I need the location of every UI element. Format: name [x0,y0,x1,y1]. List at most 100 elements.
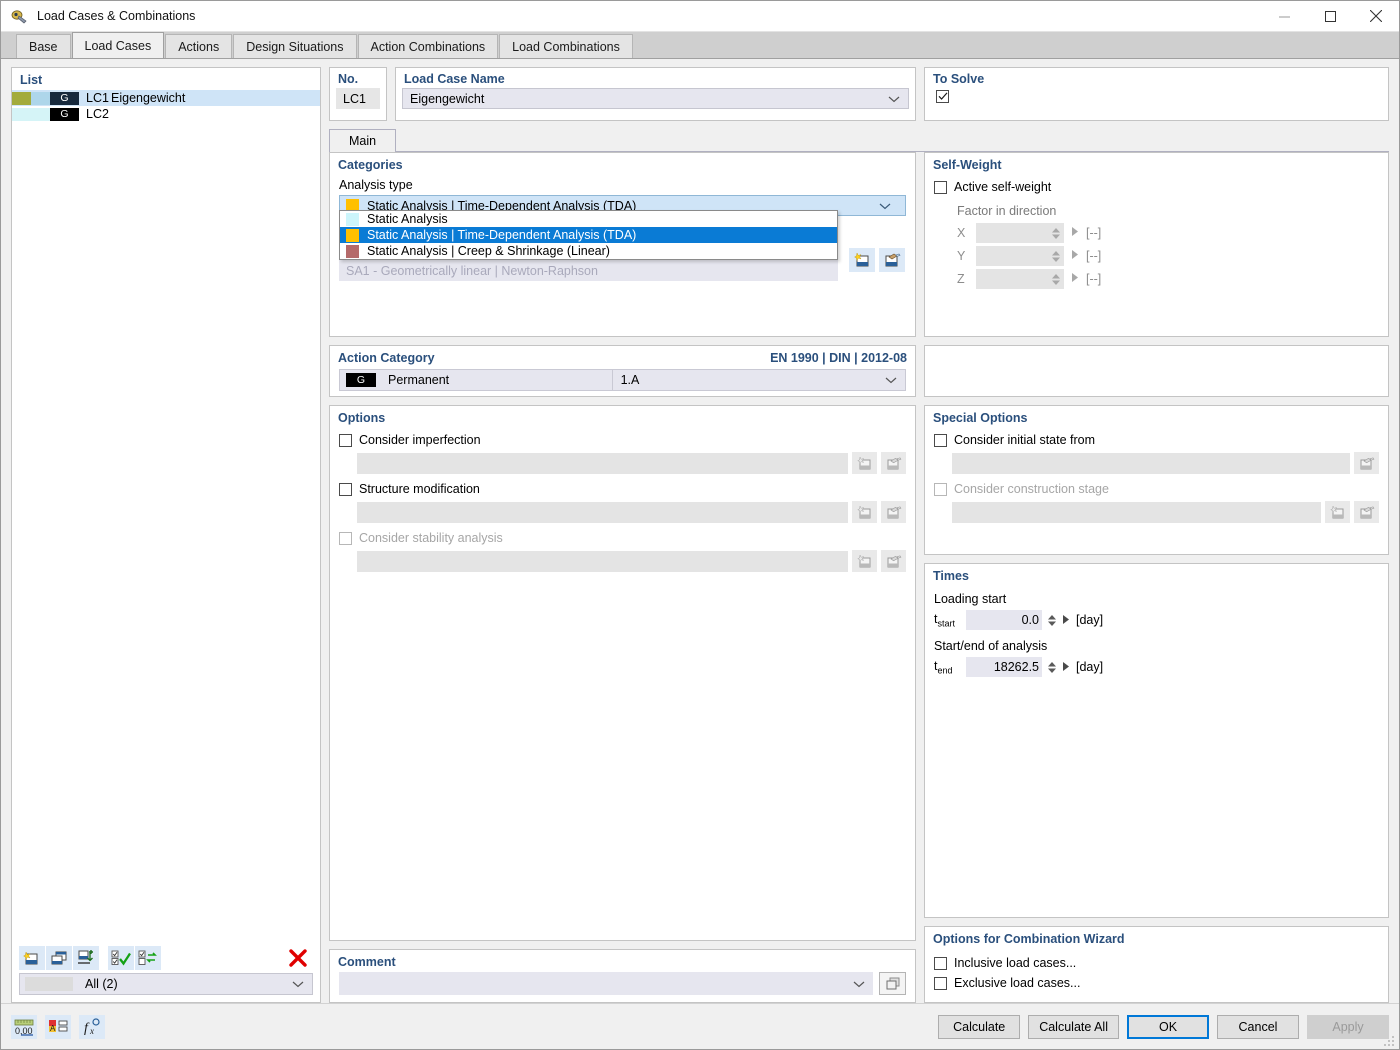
table-row[interactable]: G LC2 [12,106,320,122]
display-properties-icon[interactable]: A [45,1015,71,1039]
chevron-down-icon[interactable] [853,977,865,991]
calculate-button[interactable]: Calculate [938,1015,1020,1039]
to-solve-checkbox[interactable] [936,90,949,103]
table-row[interactable]: G LC1 Eigengewicht [12,90,320,106]
chevron-down-icon[interactable] [885,373,897,387]
load-case-list[interactable]: G LC1 Eigengewicht G LC2 [12,90,320,943]
import-load-case-icon[interactable] [73,946,99,970]
consider-imperfection-row[interactable]: Consider imperfection [330,425,915,447]
t-start-row: tstart 0.0 [day] [925,607,1388,630]
inclusive-load-cases-row[interactable]: Inclusive load cases... [925,946,1388,970]
tab-base[interactable]: Base [16,34,71,58]
list-toolbar [12,943,320,973]
dropdown-option[interactable]: Static Analysis | Creep & Shrinkage (Lin… [340,243,837,259]
t-end-unit: [day] [1076,660,1103,674]
inclusive-load-cases-checkbox[interactable] [934,957,947,970]
tab-load-combinations[interactable]: Load Combinations [499,34,633,58]
left-column: Categories Analysis type Static Analysis… [329,152,916,1003]
options-group: Options Consider imperfection [329,405,916,941]
analysis-type-dropdown[interactable]: Static Analysis Static Analysis | Time-D… [339,210,838,260]
structure-modification-field [357,502,848,523]
units-icon[interactable]: 0,00 [11,1015,37,1039]
select-all-icon[interactable] [108,946,134,970]
t-start-input[interactable]: 0.0 [966,610,1042,630]
consider-imperfection-checkbox[interactable] [339,434,352,447]
structure-modification-row[interactable]: Structure modification [330,474,915,496]
maximize-icon[interactable] [1307,1,1353,32]
t-start-value: 0.0 [1022,613,1039,627]
cancel-button[interactable]: Cancel [1217,1015,1299,1039]
list-filter-row: All (2) [12,973,320,1002]
copy-load-case-icon[interactable] [46,946,72,970]
structure-modification-checkbox[interactable] [339,483,352,496]
dropdown-option[interactable]: Static Analysis [340,211,837,227]
dialog-footer: 0,00 A f x [1,1003,1399,1049]
new-analysis-settings-icon[interactable] [849,248,875,272]
new-load-case-icon[interactable] [19,946,45,970]
exclusive-load-cases-checkbox[interactable] [934,977,947,990]
tab-design-situations[interactable]: Design Situations [233,34,356,58]
combination-wizard-group: Options for Combination Wizard Inclusive… [924,926,1389,1003]
tab-main[interactable]: Main [329,129,396,152]
spinner-icon[interactable] [1048,615,1056,626]
tab-label: Actions [178,40,219,54]
app-icon [11,8,28,25]
functions-icon[interactable]: f x [79,1015,105,1039]
consider-initial-state-row[interactable]: Consider initial state from [925,425,1388,447]
consider-stability-analysis-label: Consider stability analysis [359,531,503,545]
t-end-subscript: end [937,665,952,675]
action-category-standard: EN 1990 | DIN | 2012-08 [770,351,907,365]
initial-state-input-row [925,447,1388,474]
t-end-value: 18262.5 [994,660,1039,674]
option-color-swatch [346,213,359,226]
action-category-select[interactable]: G Permanent 1.A [339,369,906,391]
times-group: Times Loading start tstart 0.0 [924,563,1389,918]
comment-library-icon[interactable] [879,972,906,995]
list-filter-select[interactable]: All (2) [19,973,313,995]
load-case-name-input[interactable]: Eigengewicht [402,88,909,109]
new-icon[interactable] [852,501,877,523]
edit-icon[interactable] [1354,452,1379,474]
edit-icon[interactable] [881,501,906,523]
categories-icon-buttons [849,248,905,272]
edit-analysis-settings-icon[interactable] [879,248,905,272]
expand-arrow-icon[interactable] [1062,660,1070,674]
close-icon[interactable] [1353,1,1399,32]
action-badge: G [50,108,79,121]
exclusive-load-cases-row[interactable]: Exclusive load cases... [925,970,1388,990]
tab-label: Base [29,40,58,54]
tab-action-combinations[interactable]: Action Combinations [358,34,499,58]
delete-icon[interactable] [283,946,313,970]
action-category-name: Permanent [388,373,449,387]
dropdown-option-selected[interactable]: Static Analysis | Time-Dependent Analysi… [340,227,837,243]
sub-tab-label: Main [349,134,376,148]
t-start-unit: [day] [1076,613,1103,627]
consider-initial-state-checkbox[interactable] [934,434,947,447]
self-weight-factor-x-row: X [--] [925,220,1388,243]
chevron-down-icon[interactable] [879,199,891,213]
t-end-input[interactable]: 18262.5 [966,657,1042,677]
comment-group: Comment [329,949,916,1003]
edit-icon[interactable] [881,452,906,474]
spinner-icon[interactable] [1048,662,1056,673]
new-icon[interactable] [852,452,877,474]
active-self-weight-checkbox[interactable] [934,181,947,194]
active-self-weight-row[interactable]: Active self-weight [925,172,1388,194]
expand-arrow-icon[interactable] [1062,613,1070,627]
consider-stability-analysis-checkbox [339,532,352,545]
invert-selection-icon[interactable] [135,946,161,970]
chevron-down-icon[interactable] [888,92,900,106]
ok-button[interactable]: OK [1127,1015,1209,1039]
loading-start-label: Loading start [925,583,1388,607]
resize-grip[interactable] [1384,1034,1396,1046]
minimize-icon[interactable] [1261,1,1307,32]
stability-analysis-input-row [330,545,915,572]
expand-arrow-icon [1071,250,1079,262]
tab-load-cases[interactable]: Load Cases [72,32,165,58]
comment-input[interactable] [339,972,873,995]
calculate-all-button[interactable]: Calculate All [1028,1015,1119,1039]
factor-x-unit: [--] [1086,226,1101,240]
consider-construction-stage-label: Consider construction stage [954,482,1109,496]
tab-actions[interactable]: Actions [165,34,232,58]
action-category-version: 1.A [613,373,723,387]
